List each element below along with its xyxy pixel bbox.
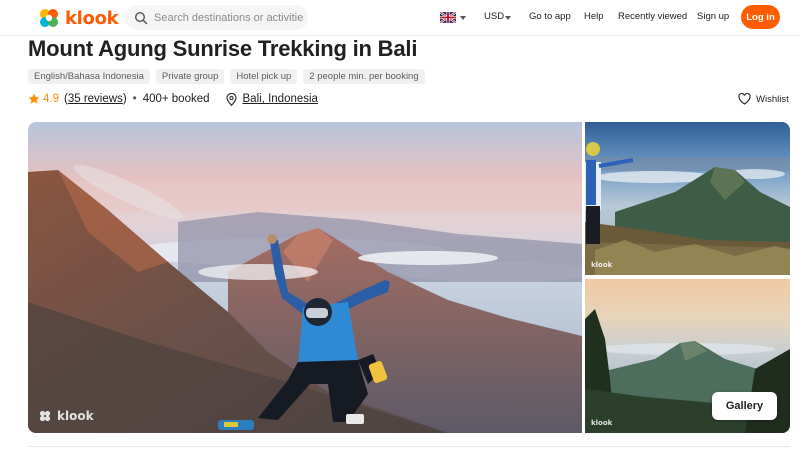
help-link[interactable]: Help [584, 11, 604, 22]
side-photo-top[interactable]: klook [585, 122, 790, 275]
wishlist-button[interactable]: Wishlist [738, 93, 789, 105]
language-chevron-down-icon[interactable] [460, 16, 466, 20]
klook-logo-icon [40, 9, 58, 27]
tag-language: English/Bahasa Indonesia [28, 69, 150, 84]
separator-dot: • [132, 93, 137, 105]
sign-up-link[interactable]: Sign up [697, 11, 729, 22]
main-photo-watermark: klook [39, 409, 94, 423]
location-link[interactable]: Bali, Indonesia [243, 93, 318, 105]
klook-watermark-icon [39, 410, 51, 422]
tag-private-group: Private group [155, 69, 225, 84]
top-header: klook USD Go to app Help Recently viewed… [0, 0, 800, 36]
side-top-watermark: klook [591, 261, 612, 269]
side-photo-top-image [585, 122, 790, 275]
klook-logo[interactable]: klook [38, 6, 119, 30]
booked-count: 400+ booked [142, 93, 210, 105]
go-to-app-link[interactable]: Go to app [529, 11, 571, 22]
activity-meta: 4.9 (35 reviews) • 400+ booked Bali, Ind… [28, 92, 318, 106]
rating-value: 4.9 [43, 93, 59, 105]
log-in-button[interactable]: Log in [741, 5, 780, 29]
gallery-button[interactable]: Gallery [712, 392, 777, 420]
main-photo-image [28, 122, 582, 433]
star-icon [28, 93, 40, 104]
main-photo[interactable]: klook [28, 122, 582, 433]
location-pin-icon [225, 92, 237, 106]
klook-logo-text: klook [65, 7, 119, 29]
watermark-text: klook [591, 419, 613, 427]
section-divider [28, 446, 790, 447]
activity-tags: English/Bahasa Indonesia Private group H… [28, 69, 425, 84]
watermark-text: klook [591, 261, 613, 269]
reviews-link[interactable]: 35 reviews [68, 93, 123, 105]
heart-icon [738, 93, 751, 105]
search-icon [134, 11, 148, 24]
watermark-text: klook [57, 409, 94, 423]
recently-viewed-link[interactable]: Recently viewed [618, 11, 687, 22]
currency-selector[interactable]: USD [484, 11, 504, 22]
search-bar[interactable] [125, 5, 308, 30]
search-input[interactable] [154, 11, 304, 24]
wishlist-label: Wishlist [756, 93, 789, 105]
currency-chevron-down-icon[interactable] [505, 16, 511, 20]
reviews-close-paren: ) [122, 93, 127, 105]
tag-hotel-pickup: Hotel pick up [230, 69, 298, 84]
tag-min-people: 2 people min. per booking [303, 69, 425, 84]
side-bottom-watermark: klook [591, 419, 612, 427]
uk-flag-icon[interactable] [440, 12, 456, 23]
page-title: Mount Agung Sunrise Trekking in Bali [28, 36, 418, 61]
